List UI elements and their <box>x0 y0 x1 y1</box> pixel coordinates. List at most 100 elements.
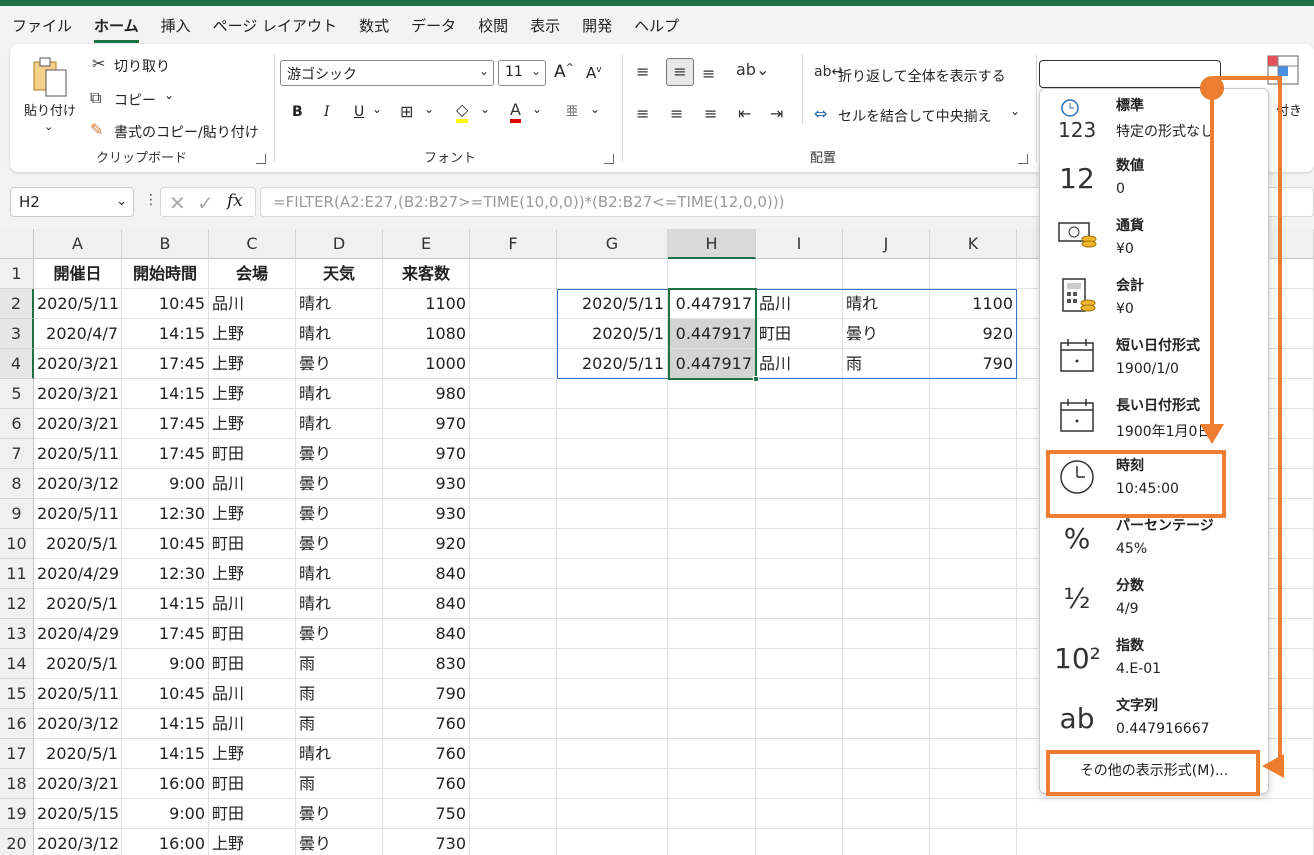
grid-cell[interactable]: 0.447917 <box>668 349 756 379</box>
tab-insert[interactable]: 挿入 <box>161 15 191 36</box>
grow-font-button[interactable]: A^ <box>554 62 574 82</box>
grid-cell[interactable] <box>557 589 668 619</box>
grid-cell[interactable]: 0.447917 <box>668 289 756 319</box>
grid-cell[interactable] <box>470 679 557 709</box>
grid-cell[interactable]: 上野 <box>209 559 296 589</box>
format-fraction[interactable]: ½ 分数 4/9 <box>1040 569 1268 629</box>
format-short-date[interactable]: 短い日付形式 1900/1/0 <box>1040 329 1268 389</box>
grid-cell[interactable] <box>470 259 557 289</box>
grid-cell[interactable] <box>756 649 843 679</box>
grid-cell[interactable]: 曇り <box>296 799 383 829</box>
grid-cell[interactable]: 品川 <box>209 589 296 619</box>
grid-cell[interactable] <box>470 559 557 589</box>
font-size-select[interactable]: 11 ⌄ <box>498 60 546 86</box>
column-header[interactable]: A <box>34 229 122 259</box>
grid-cell[interactable]: 2020/3/21 <box>34 769 122 799</box>
grid-cell[interactable]: 1000 <box>383 349 470 379</box>
grid-cell[interactable]: 曇り <box>296 529 383 559</box>
grid-cell[interactable]: 雨 <box>296 769 383 799</box>
grid-cell[interactable]: 9:00 <box>122 799 209 829</box>
grid-cell[interactable]: 晴れ <box>296 379 383 409</box>
grid-cell[interactable] <box>930 649 1017 679</box>
grid-cell[interactable]: 上野 <box>209 379 296 409</box>
grid-cell[interactable]: 2020/3/21 <box>34 379 122 409</box>
grid-cell[interactable] <box>930 379 1017 409</box>
grid-cell[interactable] <box>843 649 930 679</box>
column-header[interactable]: F <box>470 229 557 259</box>
row-header[interactable]: 3 <box>0 319 34 349</box>
grid-cell[interactable]: 2020/3/12 <box>34 469 122 499</box>
tab-home[interactable]: ホーム <box>94 15 139 43</box>
grid-cell[interactable]: 品川 <box>209 289 296 319</box>
column-header[interactable]: C <box>209 229 296 259</box>
align-bottom-icon[interactable]: ≡ <box>702 64 715 83</box>
grid-cell[interactable] <box>668 259 756 289</box>
font-family-select[interactable]: 游ゴシック ⌄ <box>280 60 494 86</box>
grid-cell[interactable] <box>756 499 843 529</box>
grid-cell[interactable] <box>557 559 668 589</box>
grid-cell[interactable] <box>930 739 1017 769</box>
grid-cell[interactable]: 17:45 <box>122 439 209 469</box>
grid-cell[interactable]: 2020/3/12 <box>34 709 122 739</box>
column-header[interactable]: J <box>843 229 930 259</box>
grid-cell[interactable] <box>930 439 1017 469</box>
grid-cell[interactable]: 0.447917 <box>668 319 756 349</box>
grid-cell[interactable]: 曇り <box>296 469 383 499</box>
format-general[interactable]: 123 標準 特定の形式なし <box>1040 89 1268 149</box>
grid-cell[interactable]: 雨 <box>296 649 383 679</box>
format-text[interactable]: ab 文字列 0.447916667 <box>1040 689 1268 749</box>
grid-cell[interactable]: 町田 <box>209 529 296 559</box>
tab-page-layout[interactable]: ページ レイアウト <box>213 15 337 36</box>
row-header[interactable]: 19 <box>0 799 34 829</box>
chevron-down-icon[interactable]: ⌄ <box>424 102 434 116</box>
fill-handle[interactable] <box>753 376 759 382</box>
grid-cell[interactable] <box>843 829 930 855</box>
grid-cell[interactable] <box>668 499 756 529</box>
grid-cell[interactable] <box>470 529 557 559</box>
grid-cell[interactable]: 晴れ <box>296 559 383 589</box>
format-long-date[interactable]: 長い日付形式 1900年1月0日 <box>1040 389 1268 449</box>
grid-cell[interactable] <box>470 289 557 319</box>
grid-cell[interactable]: 12:30 <box>122 499 209 529</box>
grid-cell[interactable]: 上野 <box>209 739 296 769</box>
grid-cell[interactable] <box>470 799 557 829</box>
grid-cell[interactable] <box>668 739 756 769</box>
grid-cell[interactable]: 930 <box>383 499 470 529</box>
grid-cell[interactable] <box>756 559 843 589</box>
header-cell[interactable]: 会場 <box>209 259 296 289</box>
grid-cell[interactable] <box>756 589 843 619</box>
grid-cell[interactable]: 17:45 <box>122 409 209 439</box>
grid-cell[interactable]: 10:45 <box>122 529 209 559</box>
grid-cell[interactable] <box>668 409 756 439</box>
align-left-icon[interactable]: ≡ <box>636 104 649 123</box>
grid-cell[interactable] <box>470 499 557 529</box>
grid-cell[interactable] <box>470 649 557 679</box>
grid-cell[interactable]: 2020/5/1 <box>34 739 122 769</box>
grid-cell[interactable]: 830 <box>383 649 470 679</box>
align-right-icon[interactable]: ≡ <box>704 104 717 123</box>
format-scientific[interactable]: 10² 指数 4.E-01 <box>1040 629 1268 689</box>
grid-cell[interactable]: 760 <box>383 769 470 799</box>
grid-cell[interactable] <box>557 499 668 529</box>
underline-button[interactable]: U <box>354 104 364 120</box>
font-launcher-icon[interactable] <box>604 154 614 164</box>
grid-cell[interactable]: 750 <box>383 799 470 829</box>
grid-cell[interactable]: 品川 <box>209 709 296 739</box>
align-center-icon[interactable]: ≡ <box>670 104 683 123</box>
grid-cell[interactable]: 町田 <box>209 769 296 799</box>
chevron-down-icon[interactable]: ⌄ <box>480 102 490 116</box>
grid-cell[interactable]: 9:00 <box>122 469 209 499</box>
grid-cell[interactable]: 970 <box>383 409 470 439</box>
grid-cell[interactable] <box>843 439 930 469</box>
grid-cell[interactable] <box>930 769 1017 799</box>
grid-cell[interactable]: 16:00 <box>122 829 209 855</box>
grid-cell[interactable]: 840 <box>383 619 470 649</box>
grid-cell[interactable] <box>668 709 756 739</box>
grid-cell[interactable] <box>756 739 843 769</box>
tab-view[interactable]: 表示 <box>530 15 560 36</box>
grid-cell[interactable]: 2020/3/12 <box>34 829 122 855</box>
row-header[interactable]: 11 <box>0 559 34 589</box>
enter-icon[interactable]: ✓ <box>197 191 214 215</box>
grid-cell[interactable]: 品川 <box>756 289 843 319</box>
copy-button[interactable]: コピー <box>114 90 156 110</box>
